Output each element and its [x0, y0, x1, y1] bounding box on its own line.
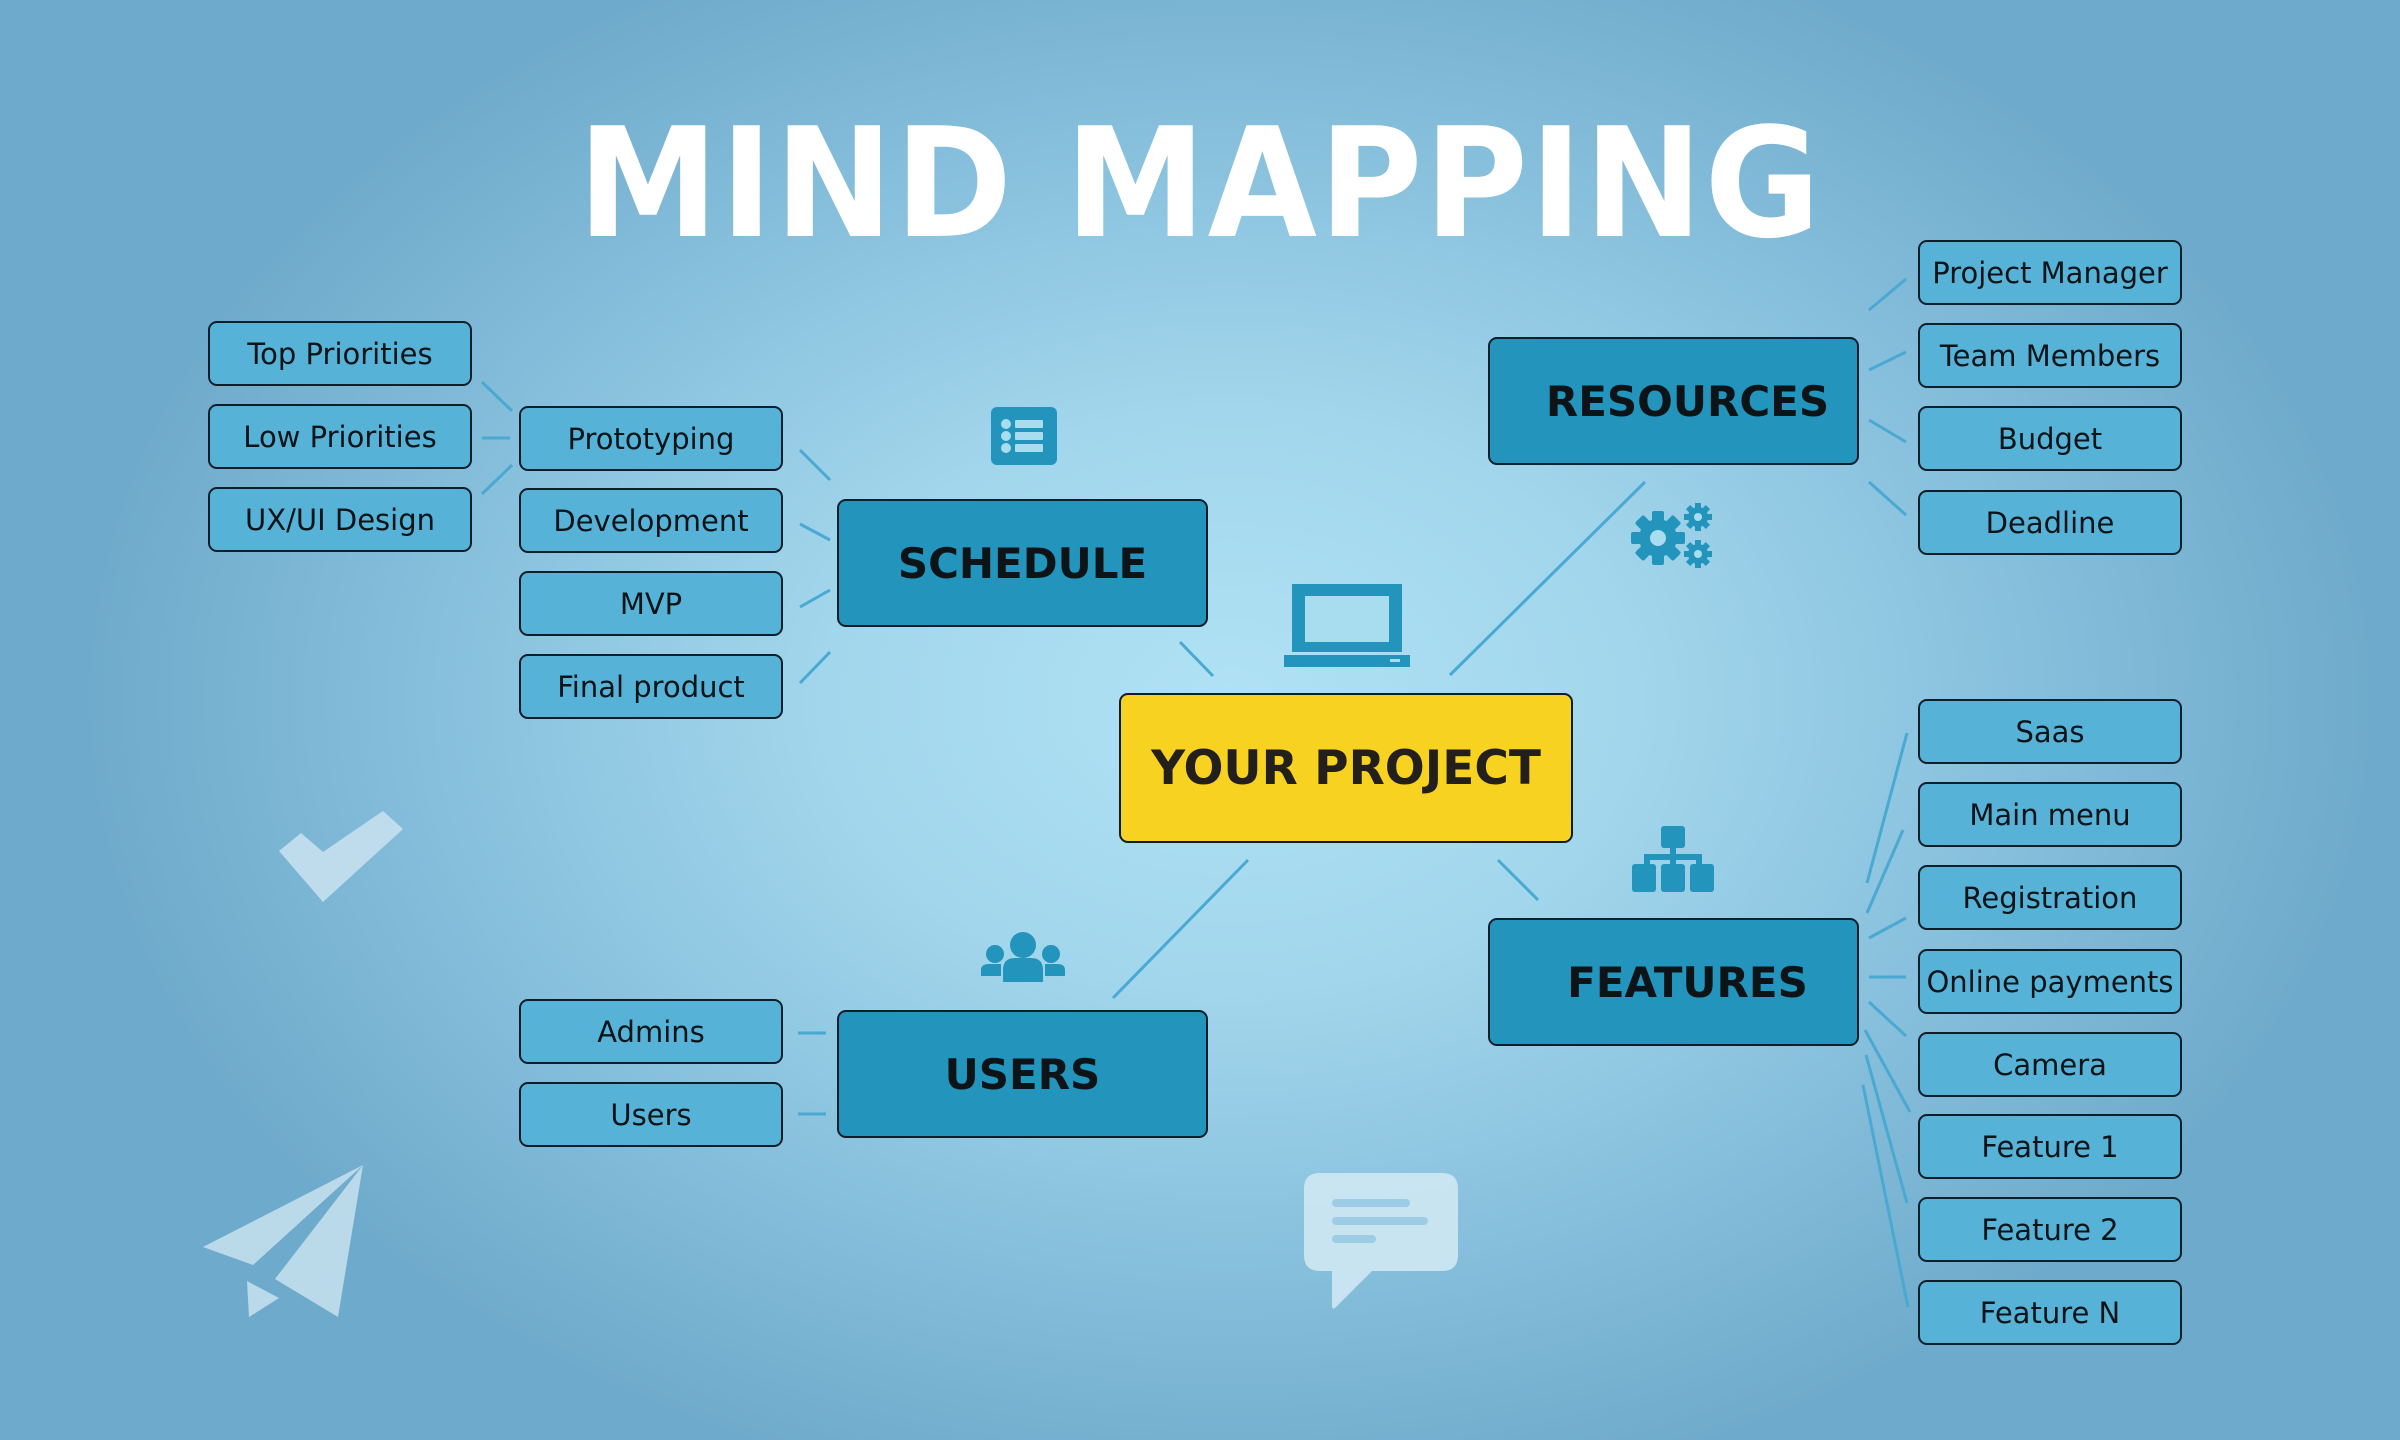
node-mvp[interactable]: MVP: [519, 571, 783, 636]
link-final-product: [798, 650, 832, 685]
node-budget[interactable]: Budget: [1918, 406, 2182, 471]
link-feature-2: [1864, 1054, 1909, 1204]
link-project-manager: [1868, 277, 1907, 312]
link-resources-center: [1448, 480, 1647, 677]
link-main-menu: [1865, 829, 1905, 914]
link-team-members: [1868, 350, 1907, 372]
node-registration[interactable]: Registration: [1918, 865, 2182, 930]
link-features-center: [1496, 858, 1540, 902]
node-uxui-design[interactable]: UX/UI Design: [208, 487, 472, 552]
laptop-icon: [1284, 584, 1410, 667]
list-icon: [991, 407, 1057, 465]
hub-schedule[interactable]: SCHEDULE: [837, 499, 1208, 627]
node-prototyping[interactable]: Prototyping: [519, 406, 783, 471]
link-feature-n: [1861, 1084, 1910, 1308]
node-team-members[interactable]: Team Members: [1918, 323, 2182, 388]
link-top-priorities: [480, 380, 514, 413]
paper-plane-icon: [203, 1165, 363, 1317]
node-feature-2[interactable]: Feature 2: [1918, 1197, 2182, 1262]
link-mvp: [799, 588, 831, 609]
node-deadline[interactable]: Deadline: [1918, 490, 2182, 555]
chat-bubble-icon: [1304, 1173, 1458, 1309]
node-camera[interactable]: Camera: [1918, 1032, 2182, 1097]
node-online-payments[interactable]: Online payments: [1918, 949, 2182, 1014]
hub-users[interactable]: USERS: [837, 1010, 1208, 1138]
link-prototyping: [798, 448, 832, 482]
node-low-priorities[interactable]: Low Priorities: [208, 404, 472, 469]
node-admins[interactable]: Admins: [519, 999, 783, 1064]
node-project-manager[interactable]: Project Manager: [1918, 240, 2182, 305]
node-saas[interactable]: Saas: [1918, 699, 2182, 764]
link-saas: [1865, 732, 1909, 884]
link-registration: [1868, 916, 1907, 940]
link-schedule-center: [1178, 640, 1215, 678]
link-development: [799, 522, 831, 542]
link-budget: [1868, 418, 1907, 444]
link-uxui-design: [480, 463, 514, 496]
center-node-your-project[interactable]: YOUR PROJECT: [1119, 693, 1573, 843]
node-top-priorities[interactable]: Top Priorities: [208, 321, 472, 386]
sitemap-icon: [1632, 826, 1714, 892]
users-group-icon: [981, 932, 1065, 982]
checkmark-icon: [279, 811, 403, 902]
node-feature-1[interactable]: Feature 1: [1918, 1114, 2182, 1179]
node-main-menu[interactable]: Main menu: [1918, 782, 2182, 847]
gears-icon: [1631, 503, 1712, 568]
hub-features[interactable]: FEATURES: [1488, 918, 1859, 1046]
hub-resources[interactable]: RESOURCES: [1488, 337, 1859, 465]
link-deadline: [1868, 480, 1907, 517]
link-feature-1: [1863, 1029, 1912, 1113]
page-title: MIND MAPPING: [577, 95, 1823, 272]
node-final-product[interactable]: Final product: [519, 654, 783, 719]
node-development[interactable]: Development: [519, 488, 783, 553]
link-users-center: [1111, 858, 1250, 1000]
link-camera: [1867, 1000, 1908, 1038]
node-users[interactable]: Users: [519, 1082, 783, 1147]
node-feature-n[interactable]: Feature N: [1918, 1280, 2182, 1345]
